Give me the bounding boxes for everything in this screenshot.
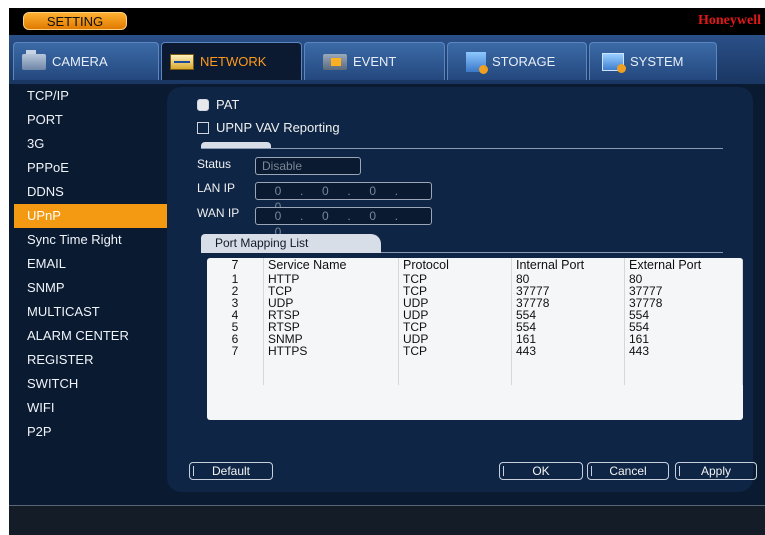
ok-button[interactable]: OK: [499, 462, 583, 480]
status-label: Status: [197, 157, 232, 171]
brand-logo: Honeywell: [698, 13, 761, 28]
table-row[interactable]: 7 HTTPS TCP 443 443: [207, 345, 743, 357]
sidebar-item-multicast[interactable]: MULTICAST: [9, 300, 169, 324]
sidebar-item-tcpip[interactable]: TCP/IP: [9, 84, 169, 108]
protocol-cell: TCP: [398, 345, 512, 357]
main-tab-bar: CAMERA NETWORK EVENT STORAGE SYSTEM: [9, 35, 765, 84]
status-bar: [9, 505, 765, 535]
internal-port-cell: 443: [511, 345, 625, 357]
sidebar-item-ddns[interactable]: DDNS: [9, 180, 169, 204]
empty-table-row: [207, 357, 743, 371]
tab-network[interactable]: NETWORK: [161, 42, 302, 80]
apply-button[interactable]: Apply: [675, 462, 757, 480]
title-bar: SETTING Honeywell: [9, 8, 765, 35]
tab-label: STORAGE: [492, 54, 556, 69]
upnp-vav-label: UPNP VAV Reporting: [216, 120, 340, 135]
default-button[interactable]: Default: [189, 462, 273, 480]
row-number: 7: [207, 345, 264, 357]
upnp-settings-panel: PAT UPNP VAV Reporting Status Disable LA…: [167, 87, 757, 492]
sidebar-item-wifi[interactable]: WIFI: [9, 396, 169, 420]
tab-label: EVENT: [353, 54, 397, 69]
pat-label: PAT: [216, 97, 240, 112]
status-field: Disable: [255, 157, 361, 175]
section-divider: [201, 148, 723, 149]
col-header-external-port[interactable]: External Port: [624, 258, 743, 273]
tab-label: SYSTEM: [630, 54, 684, 69]
network-side-menu: TCP/IP PORT 3G PPPoE DDNS UPnP Sync Time…: [9, 84, 169, 504]
col-header-protocol[interactable]: Protocol: [398, 258, 512, 273]
wan-ip-label: WAN IP: [197, 206, 240, 220]
tab-camera[interactable]: CAMERA: [13, 42, 159, 80]
system-icon: [602, 52, 626, 73]
lan-ip-field: 0.0.0.0: [255, 182, 432, 214]
tab-label: CAMERA: [52, 54, 108, 69]
col-header-count: 7: [207, 258, 264, 273]
sidebar-item-register[interactable]: REGISTER: [9, 348, 169, 372]
port-mapping-list-tab[interactable]: Port Mapping List: [201, 234, 381, 253]
camera-icon: [22, 49, 46, 70]
port-mapping-table: 7 Service Name Protocol Internal Port Ex…: [207, 258, 743, 420]
network-icon: [170, 53, 194, 70]
sidebar-item-p2p[interactable]: P2P: [9, 420, 169, 444]
tab-storage[interactable]: STORAGE: [447, 42, 587, 80]
table-header-row: 7 Service Name Protocol Internal Port Ex…: [207, 258, 743, 273]
tab-event[interactable]: EVENT: [304, 42, 445, 80]
sidebar-item-3g[interactable]: 3G: [9, 132, 169, 156]
wan-ip-field: 0. 0. 0.0: [255, 207, 432, 239]
settings-window: SETTING Honeywell CAMERA NETWORK EVENT S…: [9, 8, 765, 535]
sidebar-item-sync-time-right[interactable]: Sync Time Right: [9, 228, 169, 252]
sidebar-item-port[interactable]: PORT: [9, 108, 169, 132]
sidebar-item-alarm-center[interactable]: ALARM CENTER: [9, 324, 169, 348]
service-name-cell: HTTPS: [263, 345, 399, 357]
sidebar-item-upnp[interactable]: UPnP: [14, 204, 169, 228]
lan-ip-label: LAN IP: [197, 181, 236, 195]
col-header-internal-port[interactable]: Internal Port: [511, 258, 625, 273]
setting-button[interactable]: SETTING: [23, 12, 127, 30]
tab-label: NETWORK: [200, 54, 267, 69]
external-port-cell: 443: [624, 345, 743, 357]
sidebar-item-switch[interactable]: SWITCH: [9, 372, 169, 396]
sidebar-item-pppoe[interactable]: PPPoE: [9, 156, 169, 180]
event-icon: [323, 53, 347, 70]
upnp-vav-reporting-checkbox[interactable]: UPNP VAV Reporting: [197, 120, 340, 135]
upnp-vav-check-box[interactable]: [197, 121, 209, 134]
empty-table-row: [207, 371, 743, 385]
pat-check-box[interactable]: [197, 98, 209, 111]
sidebar-item-snmp[interactable]: SNMP: [9, 276, 169, 300]
storage-icon: [466, 51, 488, 74]
mapping-divider: [381, 252, 723, 253]
sidebar-item-email[interactable]: EMAIL: [9, 252, 169, 276]
pat-checkbox[interactable]: PAT: [197, 97, 239, 112]
tab-system[interactable]: SYSTEM: [589, 42, 717, 80]
cancel-button[interactable]: Cancel: [587, 462, 669, 480]
col-header-service-name[interactable]: Service Name: [263, 258, 399, 273]
